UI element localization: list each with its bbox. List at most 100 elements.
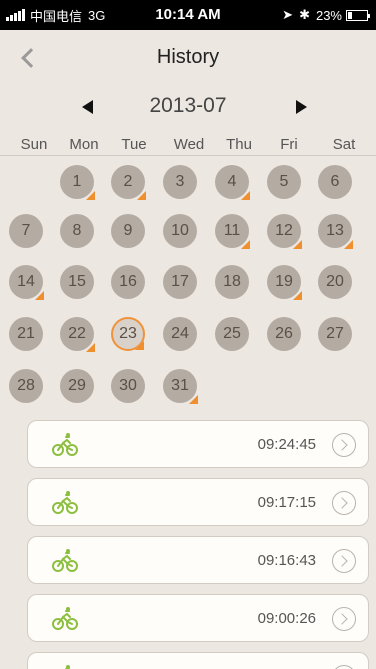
weekday-label: Sat	[332, 136, 356, 153]
history-item[interactable]	[27, 652, 369, 669]
weekday-label: Wed	[173, 136, 205, 153]
calendar-day[interactable]: 14	[9, 265, 44, 300]
calendar-day[interactable]: 10	[163, 214, 197, 248]
calendar-day[interactable]: 20	[318, 265, 352, 299]
calendar-grid: 1 2 3 4 5 6 7 8 9 10 11 12 13 14 15 16 17 18 19 20 21 22 23 24 2…	[0, 158, 376, 418]
calendar-day-number: 14	[17, 273, 35, 290]
chevron-right-icon[interactable]	[332, 549, 356, 573]
bluetooth-icon: ✱	[299, 7, 310, 22]
history-item-time: 09:17:15	[257, 494, 316, 511]
calendar-day[interactable]: 7	[9, 214, 43, 248]
calendar-day[interactable]: 5	[267, 165, 301, 199]
bicycle-icon	[52, 605, 78, 631]
activity-marker-icon	[86, 343, 95, 352]
status-bar: 中国电信 3G 10:14 AM ➤ ✱ 23%	[0, 0, 376, 30]
calendar-day-number: 16	[119, 273, 137, 290]
calendar-day[interactable]: 9	[111, 214, 145, 248]
calendar-day-number: 9	[123, 222, 133, 239]
calendar-day-number: 25	[223, 325, 241, 342]
activity-marker-icon	[241, 240, 250, 249]
calendar-day-number: 30	[119, 377, 137, 394]
calendar-day-number: 15	[68, 273, 86, 290]
calendar-day[interactable]: 13	[318, 214, 353, 249]
calendar-day[interactable]: 15	[60, 265, 94, 299]
calendar-day-number: 18	[223, 273, 241, 290]
calendar-day[interactable]: 27	[318, 317, 352, 351]
calendar-day-number: 6	[330, 173, 340, 190]
history-item[interactable]: 09:16:43	[27, 536, 369, 584]
calendar-day-number: 8	[72, 222, 82, 239]
activity-marker-icon	[35, 291, 44, 300]
activity-marker-icon	[86, 191, 95, 200]
calendar-day[interactable]: 12	[267, 214, 302, 249]
calendar-day[interactable]: 22	[60, 317, 95, 352]
calendar-day-number: 2	[123, 173, 133, 190]
bicycle-icon	[52, 431, 78, 457]
chevron-right-icon[interactable]	[332, 491, 356, 515]
calendar-day[interactable]: 28	[9, 369, 43, 403]
calendar-day[interactable]: 18	[215, 265, 249, 299]
history-list: 09:24:45 09:17:15 09:16:43 09:00:26	[0, 418, 376, 669]
location-icon: ➤	[282, 7, 294, 22]
calendar-day[interactable]: 21	[9, 317, 43, 351]
calendar-day-selected[interactable]: 23	[111, 317, 145, 351]
calendar-day-number: 1	[72, 173, 82, 190]
calendar-day-number: 21	[17, 325, 35, 342]
calendar-day[interactable]: 3	[163, 165, 197, 199]
calendar-day[interactable]: 6	[318, 165, 352, 199]
calendar-day[interactable]: 16	[111, 265, 145, 299]
calendar-day-number: 29	[68, 377, 86, 394]
activity-marker-icon	[189, 395, 198, 404]
history-item-time: 09:16:43	[257, 552, 316, 569]
calendar-day-number: 28	[17, 377, 35, 394]
chevron-right-icon[interactable]	[332, 665, 356, 669]
calendar-day[interactable]: 4	[215, 165, 250, 200]
activity-marker-icon	[293, 291, 302, 300]
bicycle-icon	[52, 547, 78, 573]
history-item-time: 09:24:45	[257, 436, 316, 453]
calendar-day[interactable]: 30	[111, 369, 145, 403]
calendar-day-number: 10	[171, 222, 189, 239]
month-label: 2013-07	[149, 94, 227, 117]
battery-fill	[348, 11, 352, 19]
calendar-day-number: 31	[171, 377, 189, 394]
calendar-day[interactable]: 29	[60, 369, 94, 403]
next-month-button[interactable]	[296, 100, 307, 114]
activity-marker-icon	[241, 191, 250, 200]
calendar-day-number: 5	[279, 173, 289, 190]
calendar-day[interactable]: 19	[267, 265, 302, 300]
history-item[interactable]: 09:24:45	[27, 420, 369, 468]
calendar-day-number: 12	[275, 222, 293, 239]
page-title: History	[156, 46, 220, 68]
weekday-label: Mon	[69, 136, 99, 153]
calendar-day[interactable]: 2	[111, 165, 146, 200]
calendar-day[interactable]: 24	[163, 317, 197, 351]
chevron-right-icon[interactable]	[332, 433, 356, 457]
calendar-day-number: 20	[326, 273, 344, 290]
calendar-day[interactable]: 26	[267, 317, 301, 351]
calendar-day-number: 3	[175, 173, 185, 190]
battery-percent: 23%	[315, 7, 342, 23]
activity-marker-icon	[135, 341, 144, 350]
calendar-day-number: 26	[275, 325, 293, 342]
calendar-day[interactable]: 11	[215, 214, 250, 249]
calendar-day-number: 11	[223, 222, 241, 239]
calendar-day[interactable]: 1	[60, 165, 95, 200]
calendar-day-number: 7	[21, 222, 31, 239]
activity-marker-icon	[293, 240, 302, 249]
calendar-day-number: 13	[326, 222, 344, 239]
history-item[interactable]: 09:17:15	[27, 478, 369, 526]
activity-marker-icon	[344, 240, 353, 249]
calendar-day[interactable]: 25	[215, 317, 249, 351]
month-navigator: 2013-07	[0, 90, 376, 126]
weekday-header: Sun Mon Tue Wed Thu Fri Sat	[0, 134, 376, 156]
calendar-day[interactable]: 8	[60, 214, 94, 248]
weekday-label: Sun	[20, 136, 48, 153]
chevron-right-icon[interactable]	[332, 607, 356, 631]
calendar-day[interactable]: 17	[163, 265, 197, 299]
weekday-label: Tue	[121, 136, 147, 153]
calendar-day[interactable]: 31	[163, 369, 198, 404]
calendar-day-number: 17	[171, 273, 189, 290]
history-item[interactable]: 09:00:26	[27, 594, 369, 642]
weekday-label: Fri	[280, 136, 298, 153]
